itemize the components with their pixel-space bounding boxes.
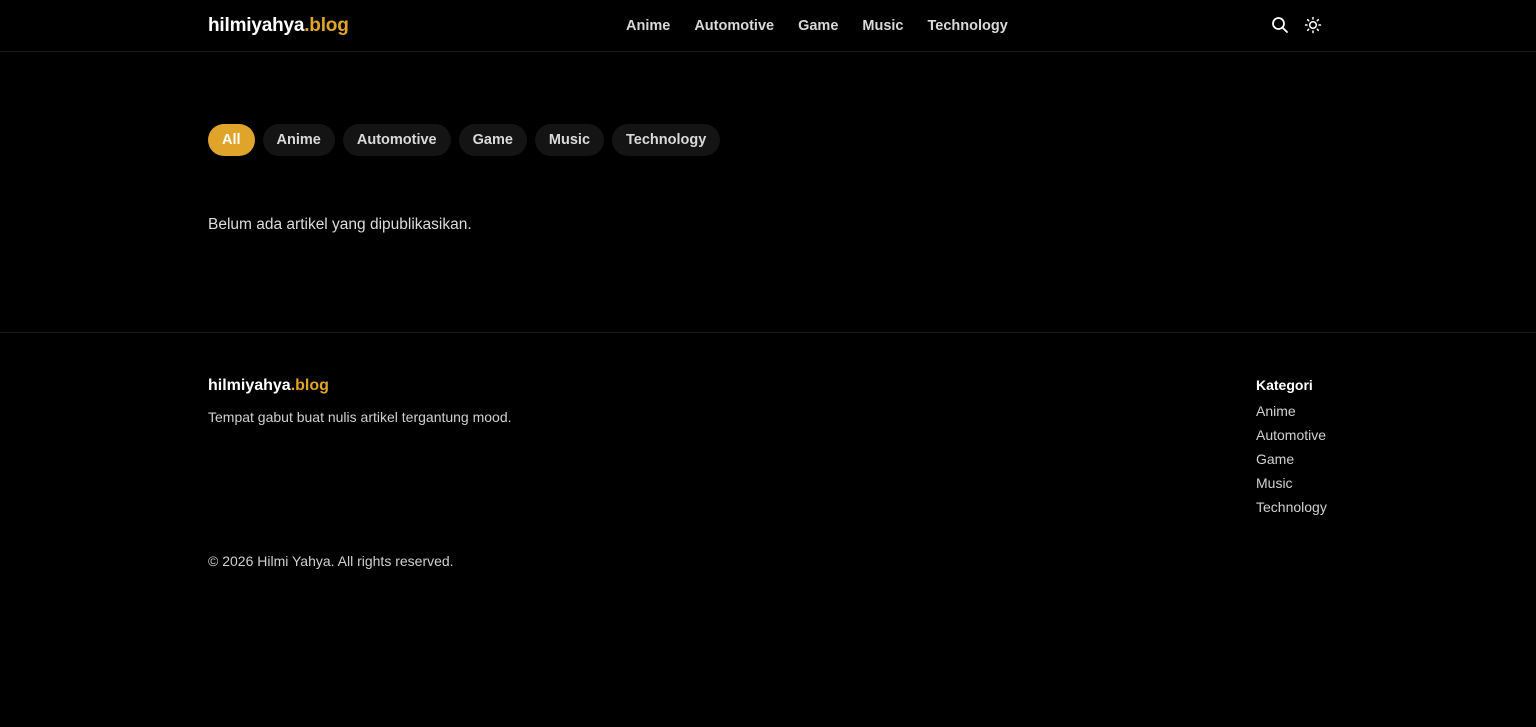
site-footer: hilmiyahya.blog Tempat gabut buat nulis …: [0, 332, 1536, 727]
nav-link-automotive[interactable]: Automotive: [694, 18, 774, 34]
category-filter: All Anime Automotive Game Music Technolo…: [208, 124, 721, 156]
main-nav: Anime Automotive Game Music Technology: [626, 18, 1008, 34]
site-logo[interactable]: hilmiyahya .blog: [208, 15, 349, 37]
nav-link-technology[interactable]: Technology: [927, 18, 1007, 34]
sun-icon[interactable]: [1303, 15, 1323, 35]
filter-pill-anime[interactable]: Anime: [262, 124, 335, 156]
site-header: hilmiyahya .blog Anime Automotive Game Mu…: [0, 0, 1536, 52]
footer-link-anime[interactable]: Anime: [1256, 403, 1296, 419]
footer-categories: Kategori Anime Automotive Game Music Tec…: [1256, 377, 1327, 523]
filter-pill-game[interactable]: Game: [458, 124, 527, 156]
footer-category-list: Anime Automotive Game Music Technology: [1256, 403, 1327, 523]
footer-logo[interactable]: hilmiyahya.blog: [208, 377, 329, 395]
footer-category-item: Technology: [1256, 499, 1327, 523]
nav-link-anime[interactable]: Anime: [626, 18, 670, 34]
logo-name: hilmiyahya: [208, 15, 305, 36]
footer-logo-name: hilmiyahya: [208, 377, 291, 394]
footer-link-automotive[interactable]: Automotive: [1256, 427, 1326, 443]
empty-articles-message: Belum ada artikel yang dipublikasikan.: [208, 216, 472, 233]
filter-pill-automotive[interactable]: Automotive: [342, 124, 451, 156]
filter-pill-all[interactable]: All: [208, 124, 255, 156]
search-icon[interactable]: [1270, 15, 1290, 35]
footer-link-music[interactable]: Music: [1256, 475, 1293, 491]
footer-tagline: Tempat gabut buat nulis artikel tergantu…: [208, 409, 512, 425]
nav-link-game[interactable]: Game: [798, 18, 838, 34]
footer-categories-title: Kategori: [1256, 377, 1313, 393]
filter-pill-music[interactable]: Music: [534, 124, 605, 156]
footer-category-item: Automotive: [1256, 427, 1327, 451]
header-actions: [1270, 15, 1323, 35]
logo-tld: .blog: [304, 15, 349, 36]
footer-category-item: Game: [1256, 451, 1327, 475]
footer-category-item: Music: [1256, 475, 1327, 499]
footer-logo-tld: .blog: [290, 377, 329, 394]
footer-category-item: Anime: [1256, 403, 1327, 427]
footer-link-game[interactable]: Game: [1256, 451, 1294, 467]
nav-link-music[interactable]: Music: [862, 18, 903, 34]
page: hilmiyahya .blog Anime Automotive Game Mu…: [0, 0, 1536, 727]
filter-pill-technology[interactable]: Technology: [612, 124, 721, 156]
copyright-text: © 2026 Hilmi Yahya. All rights reserved.: [208, 553, 454, 569]
footer-link-technology[interactable]: Technology: [1256, 499, 1327, 515]
